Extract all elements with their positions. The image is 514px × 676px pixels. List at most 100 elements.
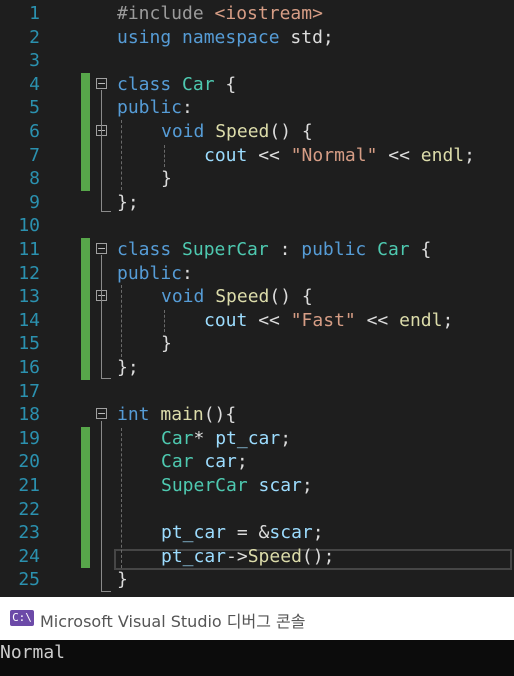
- function-name: main: [160, 404, 204, 426]
- code-text: }: [161, 167, 172, 191]
- line-number: 18: [18, 404, 40, 426]
- code-line[interactable]: 20 Car car;: [0, 450, 514, 474]
- code-line[interactable]: 17: [0, 380, 514, 404]
- console-output-area[interactable]: Normal: [0, 640, 514, 676]
- code-line[interactable]: 4 − class Car {: [0, 72, 514, 97]
- code-line[interactable]: 9 };: [0, 191, 514, 215]
- line-number: 24: [18, 545, 40, 567]
- plain-text: };: [117, 191, 139, 213]
- function-name: endl: [399, 309, 443, 331]
- change-indicator: [81, 521, 90, 545]
- change-indicator: [81, 308, 90, 333]
- code-text: Car* pt_car;: [161, 427, 291, 451]
- line-number: 5: [29, 97, 40, 119]
- line-number: 13: [18, 286, 40, 308]
- code-line[interactable]: 1 #include <iostream>: [0, 2, 514, 26]
- code-line[interactable]: 12 public:: [0, 261, 514, 286]
- collapse-icon[interactable]: −: [96, 408, 107, 420]
- code-line[interactable]: 7 cout << "Normal" << endl;: [0, 143, 514, 168]
- collapse-icon[interactable]: −: [96, 77, 107, 89]
- code-line[interactable]: 18 − int main(){: [0, 403, 514, 427]
- code-text: cout << "Normal" << endl;: [204, 144, 475, 168]
- change-indicator: [81, 120, 90, 144]
- line-number: 7: [29, 144, 40, 166]
- line-number: 9: [29, 191, 40, 213]
- plain-text: :: [268, 239, 302, 260]
- plain-text: ();: [301, 545, 335, 567]
- collapse-icon[interactable]: −: [96, 243, 107, 254]
- line-number: 22: [18, 498, 40, 520]
- line-number: 25: [18, 569, 40, 591]
- variable: pt_car: [161, 522, 227, 544]
- line-number: 8: [29, 168, 40, 190]
- line-number: 6: [29, 121, 40, 142]
- plain-text: () {: [269, 286, 313, 308]
- plain-text: {: [409, 239, 432, 260]
- code-line[interactable]: 6 − void Speed() {: [0, 120, 514, 144]
- code-line[interactable]: 14 cout << "Fast" << endl;: [0, 308, 514, 333]
- code-line[interactable]: 2 using namespace std;: [0, 26, 514, 50]
- preprocessor-directive: #include: [117, 3, 215, 24]
- keyword: void: [161, 286, 205, 308]
- code-line[interactable]: 22: [0, 497, 514, 522]
- outline-end: [101, 211, 111, 212]
- code-line[interactable]: 21 SuperCar scar;: [0, 474, 514, 498]
- code-line[interactable]: 5 public:: [0, 96, 514, 120]
- code-line[interactable]: 8 }: [0, 167, 514, 191]
- plain-text: *: [193, 427, 216, 449]
- change-indicator: [81, 356, 90, 380]
- plain-text: }: [161, 168, 172, 190]
- keyword: void: [161, 121, 205, 142]
- code-editor[interactable]: 1 #include <iostream> 2 using namespace …: [0, 0, 514, 597]
- line-number: 10: [18, 215, 40, 237]
- string-literal: "Fast": [290, 309, 356, 331]
- plain-text: {: [214, 73, 237, 95]
- outline-end: [101, 591, 111, 592]
- line-number: 20: [18, 451, 40, 473]
- code-line[interactable]: 19 Car* pt_car;: [0, 426, 514, 451]
- operator: <<: [247, 309, 291, 331]
- keyword: public: [117, 262, 183, 284]
- line-number: 4: [29, 73, 40, 95]
- code-line[interactable]: 24 pt_car->Speed();: [0, 544, 514, 569]
- code-line[interactable]: 3: [0, 49, 514, 73]
- code-line[interactable]: 13 − void Speed() {: [0, 285, 514, 309]
- function-name: Speed: [215, 121, 270, 142]
- line-number: 19: [18, 427, 40, 449]
- operator: <<: [377, 144, 421, 166]
- indent-guide: [164, 145, 165, 167]
- code-line[interactable]: 10: [0, 214, 514, 238]
- keyword: public: [117, 97, 183, 119]
- code-text: cout << "Fast" << endl;: [204, 309, 453, 333]
- plain-text: () {: [269, 121, 313, 142]
- plain-text: :: [182, 262, 193, 284]
- code-line[interactable]: 15 }: [0, 332, 514, 356]
- type-name: Car: [182, 73, 215, 95]
- code-text: }: [161, 332, 172, 356]
- variable: cout: [204, 309, 248, 331]
- line-number: 15: [18, 333, 40, 355]
- type-name: SuperCar: [161, 475, 248, 496]
- code-text: class SuperCar : public Car {: [117, 238, 431, 262]
- plain-text: };: [117, 357, 139, 378]
- line-number: 2: [29, 26, 40, 48]
- variable: cout: [204, 144, 248, 166]
- line-number: 23: [18, 522, 40, 544]
- code-text: #include <iostream>: [117, 2, 323, 26]
- change-indicator: [81, 332, 90, 356]
- code-text: void Speed() {: [161, 120, 313, 144]
- code-text: void Speed() {: [161, 285, 313, 309]
- change-indicator: [81, 474, 90, 498]
- code-line[interactable]: 16 };: [0, 356, 514, 380]
- code-text: public:: [117, 96, 193, 120]
- indent-guide: [164, 310, 165, 332]
- change-indicator: [81, 96, 90, 120]
- change-indicator: [81, 497, 90, 522]
- indent-guide: [121, 428, 122, 568]
- code-line[interactable]: 25 }: [0, 568, 514, 592]
- change-indicator: [81, 544, 90, 569]
- keyword: namespace: [182, 26, 280, 48]
- code-line[interactable]: 11 − class SuperCar : public Car {: [0, 238, 514, 262]
- console-title-bar[interactable]: C:\ Microsoft Visual Studio 디버그 콘솔: [0, 597, 514, 640]
- code-line[interactable]: 23 pt_car = &scar;: [0, 521, 514, 545]
